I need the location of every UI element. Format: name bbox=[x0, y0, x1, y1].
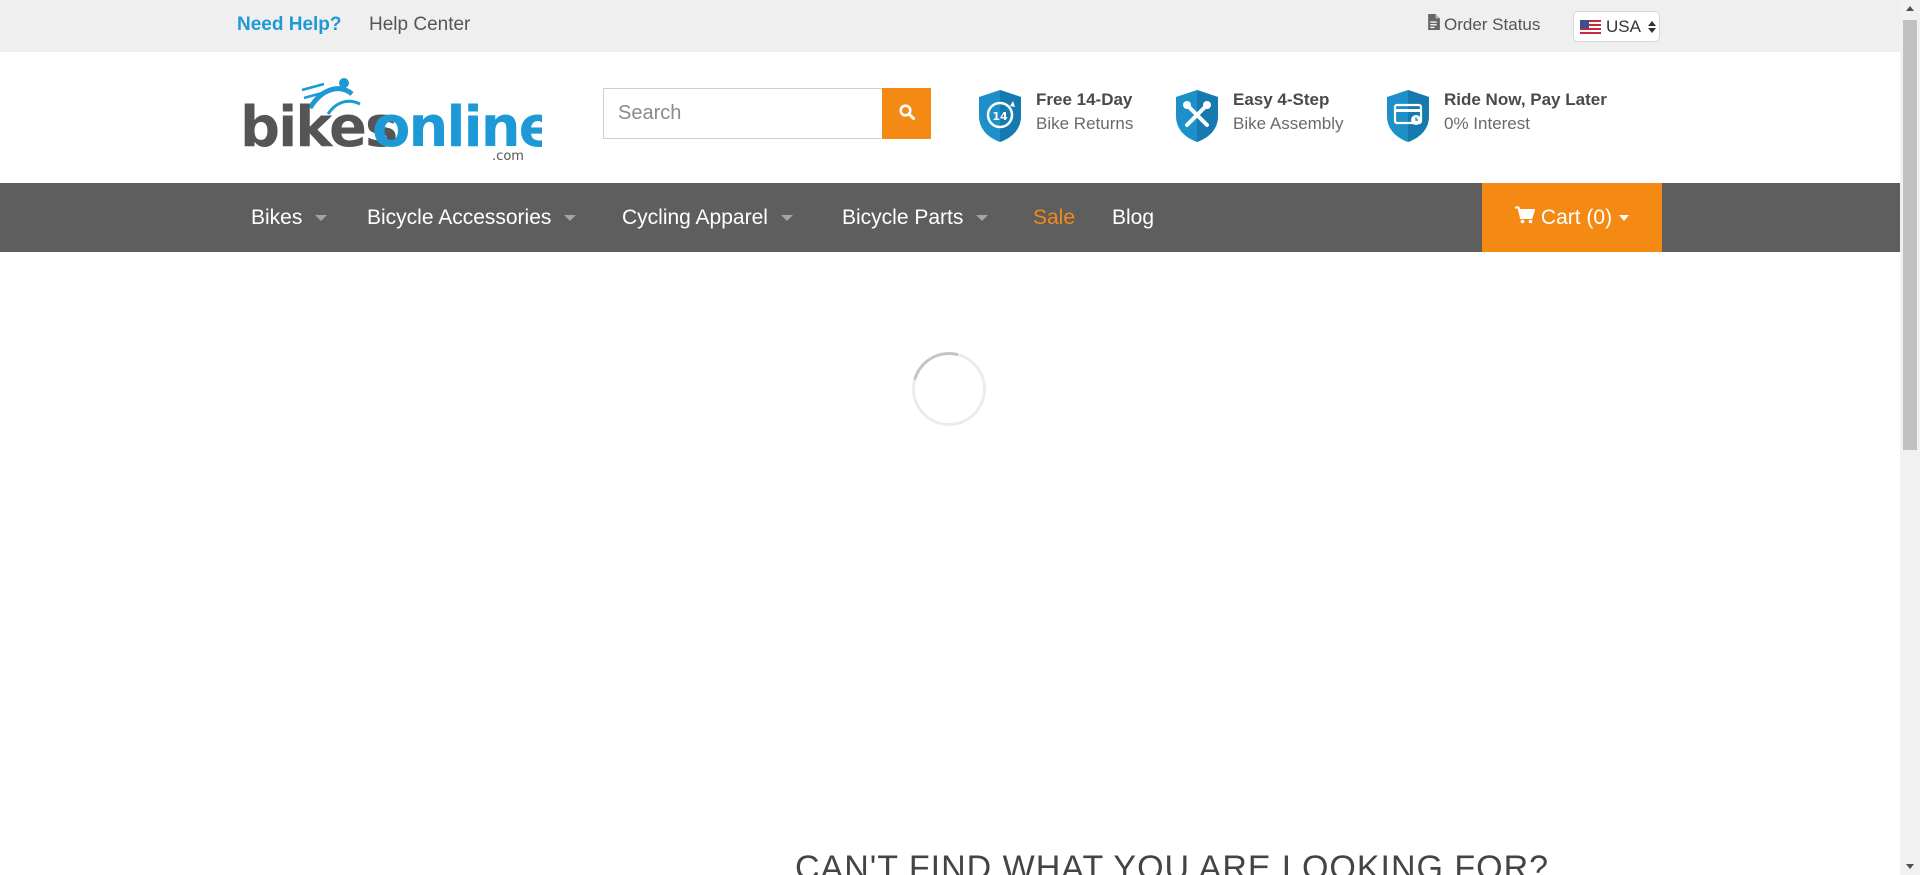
help-center-link[interactable]: Help Center bbox=[369, 14, 470, 36]
search-icon bbox=[898, 103, 916, 124]
feature-title: Easy 4-Step bbox=[1233, 90, 1330, 109]
feature-subtitle: Bike Assembly bbox=[1233, 114, 1344, 133]
cart-icon bbox=[1514, 206, 1535, 230]
payment-shield-icon bbox=[1383, 88, 1433, 144]
select-arrows-icon bbox=[1647, 20, 1656, 33]
scrollbar-thumb[interactable] bbox=[1903, 20, 1917, 450]
main-nav: Bikes Bicycle Accessories Cycling Appare… bbox=[0, 183, 1900, 252]
chevron-down-icon bbox=[780, 214, 793, 221]
scroll-down-arrow-icon[interactable] bbox=[1900, 858, 1920, 875]
logo-text-suffix: .com bbox=[492, 149, 524, 162]
cant-find-heading: CAN'T FIND WHAT YOU ARE LOOKING FOR? bbox=[795, 849, 1550, 875]
cart-button[interactable]: Cart (0) bbox=[1482, 183, 1662, 252]
feature-title: Free 14-Day bbox=[1036, 90, 1133, 109]
country-select-value: USA bbox=[1606, 16, 1641, 36]
search-button[interactable] bbox=[882, 88, 931, 139]
assembly-shield-icon bbox=[1172, 88, 1222, 144]
nav-item-label: Bicycle Accessories bbox=[367, 205, 552, 229]
nav-item-label: Cycling Apparel bbox=[622, 205, 768, 229]
top-utility-bar: Need Help? Help Center Order Status USA bbox=[0, 0, 1900, 52]
feature-title: Ride Now, Pay Later bbox=[1444, 90, 1607, 109]
page: Need Help? Help Center Order Status USA bbox=[0, 0, 1900, 875]
order-status-link[interactable]: Order Status bbox=[1427, 14, 1540, 35]
country-select[interactable]: USA bbox=[1573, 11, 1660, 42]
nav-item-blog[interactable]: Blog bbox=[1112, 183, 1154, 252]
chevron-down-icon bbox=[564, 214, 577, 221]
nav-item-label: Blog bbox=[1112, 205, 1155, 229]
chevron-down-icon bbox=[976, 214, 989, 221]
page-scrollbar[interactable] bbox=[1900, 0, 1920, 875]
svg-text:14: 14 bbox=[992, 110, 1008, 123]
nav-item-bicycle-parts[interactable]: Bicycle Parts bbox=[842, 183, 989, 252]
search-input[interactable] bbox=[603, 88, 883, 139]
us-flag-icon bbox=[1580, 19, 1601, 34]
cart-label: Cart (0) bbox=[1540, 205, 1613, 229]
nav-item-label: Sale bbox=[1033, 205, 1076, 229]
nav-item-bikes[interactable]: Bikes bbox=[251, 183, 328, 252]
nav-item-sale[interactable]: Sale bbox=[1033, 183, 1075, 252]
nav-item-bicycle-accessories[interactable]: Bicycle Accessories bbox=[367, 183, 577, 252]
scroll-up-arrow-icon[interactable] bbox=[1900, 0, 1920, 17]
feature-subtitle: Bike Returns bbox=[1036, 114, 1134, 133]
chevron-down-icon bbox=[1619, 214, 1630, 221]
search-form bbox=[603, 88, 931, 139]
nav-item-label: Bicycle Parts bbox=[842, 205, 964, 229]
chevron-down-icon bbox=[315, 214, 328, 221]
nav-item-label: Bikes bbox=[251, 205, 303, 229]
returns-shield-icon: 14 bbox=[975, 88, 1025, 144]
loading-spinner bbox=[898, 338, 1000, 440]
site-logo[interactable]: bikes online .com bbox=[240, 68, 557, 164]
nav-item-cycling-apparel[interactable]: Cycling Apparel bbox=[622, 183, 793, 252]
need-help-label: Need Help? bbox=[237, 14, 342, 35]
feature-subtitle: 0% Interest bbox=[1444, 114, 1530, 133]
order-status-label: Order Status bbox=[1444, 14, 1541, 34]
document-icon bbox=[1427, 14, 1440, 35]
